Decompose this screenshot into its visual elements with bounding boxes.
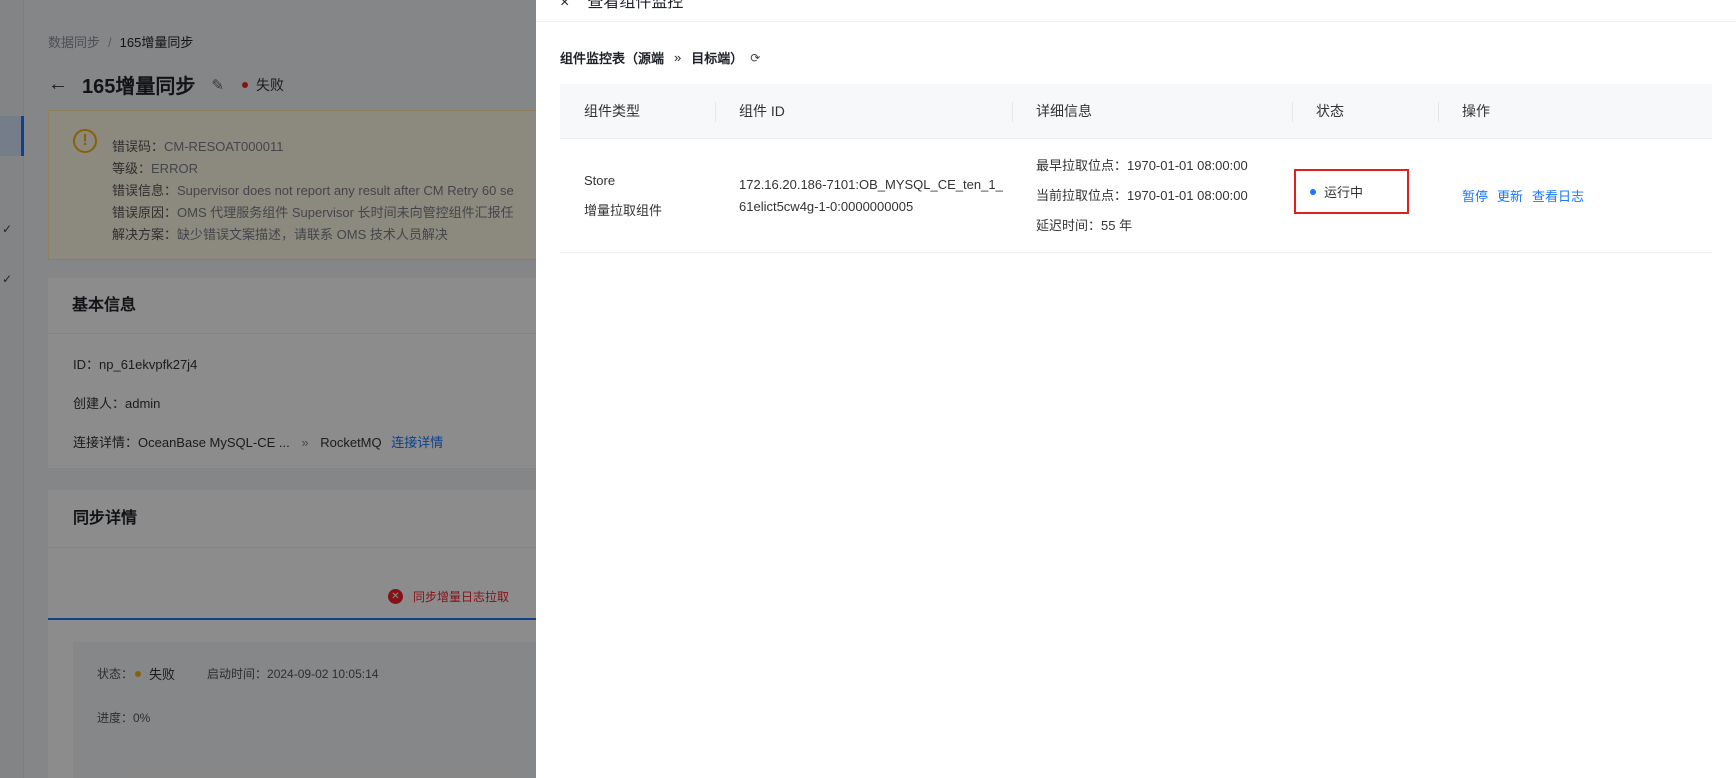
cell-type: Store 增量拉取组件 [584,172,663,218]
update-button[interactable]: 更新 [1497,186,1523,205]
status-dot [1310,188,1316,195]
cell-status: 运行中 [1292,139,1438,252]
refresh-icon[interactable]: ⟳ [750,51,760,65]
cell-details: 最早拉取位点：1970-01-01 08:00:00 当前拉取位点：1970-0… [1012,139,1292,252]
section-title: 组件监控表（源端 » 目标端） ⟳ [560,48,760,67]
status-highlight-box: 运行中 [1294,169,1409,214]
section-source: 组件监控表（源端 [560,51,665,66]
detail-current-position: 当前拉取位点：1970-01-01 08:00:00 [1036,187,1248,203]
column-header-type: 组件类型 [584,103,640,119]
component-monitor-table: 组件类型 组件 ID 详细信息 状态 操作 Store 增量拉取组件 172.1… [560,84,1712,253]
table-row: Store 增量拉取组件 172.16.20.186-7101:OB_MYSQL… [560,139,1712,253]
cell-actions: 暂停 更新 查看日志 [1438,139,1712,252]
pause-button[interactable]: 暂停 [1462,186,1488,205]
view-logs-button[interactable]: 查看日志 [1532,186,1584,205]
column-header-details: 详细信息 [1012,84,1292,138]
column-header-actions: 操作 [1438,84,1712,138]
status-value: 运行中 [1324,185,1364,200]
close-icon[interactable]: × [560,0,569,11]
detail-delay: 延迟时间：55 年 [1036,217,1133,233]
cell-component-id: 172.16.20.186-7101:OB_MYSQL_CE_ten_1_ 61… [739,176,1003,214]
component-monitor-drawer: × 查看组件监控 组件监控表（源端 » 目标端） ⟳ 组件类型 组件 ID 详细信… [536,0,1736,778]
section-target: 目标端） [691,51,744,66]
column-header-status: 状态 [1292,84,1438,138]
double-arrow-icon: » [674,50,682,65]
drawer-title: 查看组件监控 [587,0,684,11]
drawer-header: × 查看组件监控 [536,0,1736,22]
detail-earliest-position: 最早拉取位点：1970-01-01 08:00:00 [1036,157,1248,173]
column-header-id: 组件 ID [715,84,1012,138]
table-header: 组件类型 组件 ID 详细信息 状态 操作 [560,84,1712,139]
